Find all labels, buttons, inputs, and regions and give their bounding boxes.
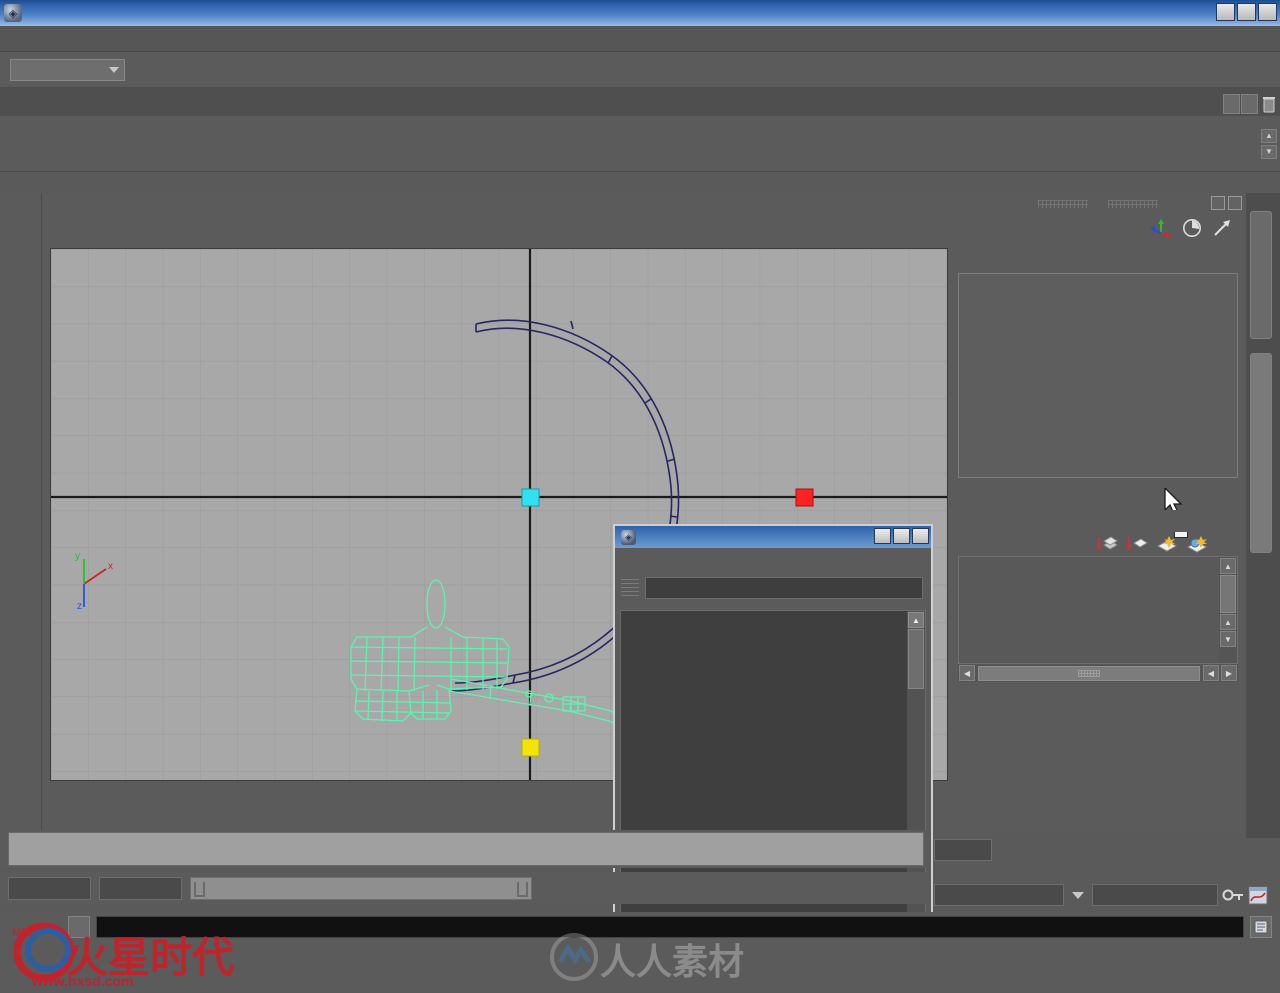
range-slider-row xyxy=(0,872,930,904)
new-layer-icon[interactable] xyxy=(1126,535,1148,553)
dock-grip-left[interactable] xyxy=(1038,200,1088,208)
playback-speed-field[interactable] xyxy=(934,839,992,861)
dock-window-controls xyxy=(1211,196,1242,210)
channel-box-object-name xyxy=(959,274,1237,281)
svg-text:y: y xyxy=(75,551,80,562)
layer-light-icon[interactable] xyxy=(1186,535,1208,553)
dock-float-button[interactable] xyxy=(1211,196,1225,210)
shelf-tab-bar xyxy=(0,88,1280,116)
shelf-next-button[interactable] xyxy=(1241,94,1258,114)
window-controls xyxy=(1216,3,1277,21)
range-start-handle[interactable] xyxy=(194,881,205,897)
layer-editor: ▲ ▲ ▼ ◀ ◀ ▶ xyxy=(958,488,1238,703)
help-line xyxy=(0,942,1280,992)
channel-box-list xyxy=(958,273,1238,478)
layer-hscrollbar[interactable]: ◀ ◀ ▶ xyxy=(958,664,1238,682)
arrow-icon[interactable] xyxy=(1212,218,1232,238)
outliner-filter-input[interactable] xyxy=(645,577,923,599)
layer-scroll-up-button[interactable]: ▲ xyxy=(1220,558,1236,574)
layer-scroll-up2-button[interactable]: ▲ xyxy=(1220,614,1236,630)
shelf-side-controls: ▲ ▼ xyxy=(1258,116,1280,171)
time-slider[interactable] xyxy=(8,832,924,866)
right-dock-tabs xyxy=(1246,193,1280,838)
chevron-down-icon[interactable] xyxy=(1072,891,1084,899)
layer-shade-icon[interactable] xyxy=(1156,535,1178,553)
command-line xyxy=(0,912,1280,942)
minimize-button[interactable] xyxy=(1216,3,1235,21)
outliner-minimize-button[interactable] xyxy=(874,528,891,544)
outliner-filter-icon[interactable] xyxy=(621,579,639,597)
maya-app-icon: ◈ xyxy=(4,4,22,22)
outliner-window-controls xyxy=(874,528,929,544)
anim-layer-bar xyxy=(930,880,1280,910)
layer-page-right-button[interactable]: ▶ xyxy=(1221,665,1237,681)
outliner-close-button[interactable] xyxy=(912,528,929,544)
layer-editor-menubar xyxy=(958,510,1238,532)
menuset-dropdown[interactable] xyxy=(10,58,125,81)
time-slider-bar xyxy=(0,830,930,868)
script-editor-button[interactable] xyxy=(1250,916,1272,938)
manipulator-axis-icon[interactable] xyxy=(1150,218,1172,238)
toolbox xyxy=(0,193,42,838)
playback-start-field[interactable] xyxy=(99,876,182,900)
outliner-filter-row xyxy=(615,574,931,602)
chevron-down-icon xyxy=(109,66,119,73)
character-set-field[interactable] xyxy=(1092,884,1218,906)
range-end-handle[interactable] xyxy=(517,881,528,897)
shelf-icon-row: ▲ ▼ xyxy=(0,116,1280,172)
window-titlebar: ◈ xyxy=(0,0,1280,26)
outliner-maximize-button[interactable] xyxy=(893,528,910,544)
main-menubar xyxy=(0,26,1280,52)
playback-controls xyxy=(930,832,1280,868)
close-button[interactable] xyxy=(1258,3,1277,21)
graph-editor-icon[interactable] xyxy=(1248,886,1268,905)
animation-start-field[interactable] xyxy=(8,876,91,900)
layer-scroll-thumb[interactable] xyxy=(1220,575,1236,613)
layer-page-left-button[interactable]: ◀ xyxy=(1203,665,1219,681)
tab-channel-box-layer-editor[interactable] xyxy=(1250,353,1272,553)
command-language-button[interactable] xyxy=(68,916,90,938)
shelf-scroll-down-button[interactable]: ▼ xyxy=(1261,144,1277,159)
layer-editor-tabs xyxy=(958,488,1238,510)
status-line-toolbar xyxy=(0,52,1280,88)
tab-attribute-editor[interactable] xyxy=(1250,211,1272,339)
range-slider[interactable] xyxy=(190,876,532,900)
clock-icon[interactable] xyxy=(1182,218,1202,238)
layer-scroll-down-button[interactable]: ▼ xyxy=(1220,631,1236,647)
viewport-menubar xyxy=(42,193,950,218)
dock-close-button[interactable] xyxy=(1228,196,1242,210)
layer-hscroll-thumb[interactable] xyxy=(978,665,1200,681)
layer-editor-toolbar xyxy=(958,532,1238,556)
shelf-prev-button[interactable] xyxy=(1223,94,1240,114)
dock-grip-right[interactable] xyxy=(1108,200,1158,208)
anim-layer-field[interactable] xyxy=(934,884,1064,906)
maximize-button[interactable] xyxy=(1237,3,1256,21)
shelf-scroll-up-button[interactable]: ▲ xyxy=(1261,128,1277,143)
channel-box-dock: ▲ ▲ ▼ ◀ ◀ ▶ xyxy=(950,193,1246,838)
channel-box-menubar xyxy=(950,241,1246,265)
outliner-titlebar: ◈ xyxy=(615,526,931,548)
channel-box-dock-titlebar xyxy=(950,193,1246,215)
shelf-nav xyxy=(1223,94,1258,114)
new-layer-from-selected-icon[interactable] xyxy=(1096,535,1118,553)
outliner-app-icon: ◈ xyxy=(621,529,636,545)
layer-list-scrollbar[interactable]: ▲ ▲ ▼ xyxy=(1219,557,1237,663)
layer-hscroll-left-button[interactable]: ◀ xyxy=(959,665,975,681)
outliner-scroll-thumb[interactable] xyxy=(908,629,924,689)
shelf-trash-icon[interactable] xyxy=(1260,94,1278,114)
command-line-input[interactable] xyxy=(96,916,1244,938)
outliner-scroll-up-button[interactable]: ▲ xyxy=(908,612,924,628)
layer-list[interactable]: ▲ ▲ ▼ xyxy=(958,556,1238,664)
svg-text:z: z xyxy=(77,601,82,612)
key-icon[interactable] xyxy=(1222,886,1244,904)
svg-text:x: x xyxy=(108,561,113,572)
viewport-toolbar xyxy=(42,218,950,245)
channel-box-header-icons xyxy=(950,215,1246,241)
outliner-menubar xyxy=(615,548,931,574)
